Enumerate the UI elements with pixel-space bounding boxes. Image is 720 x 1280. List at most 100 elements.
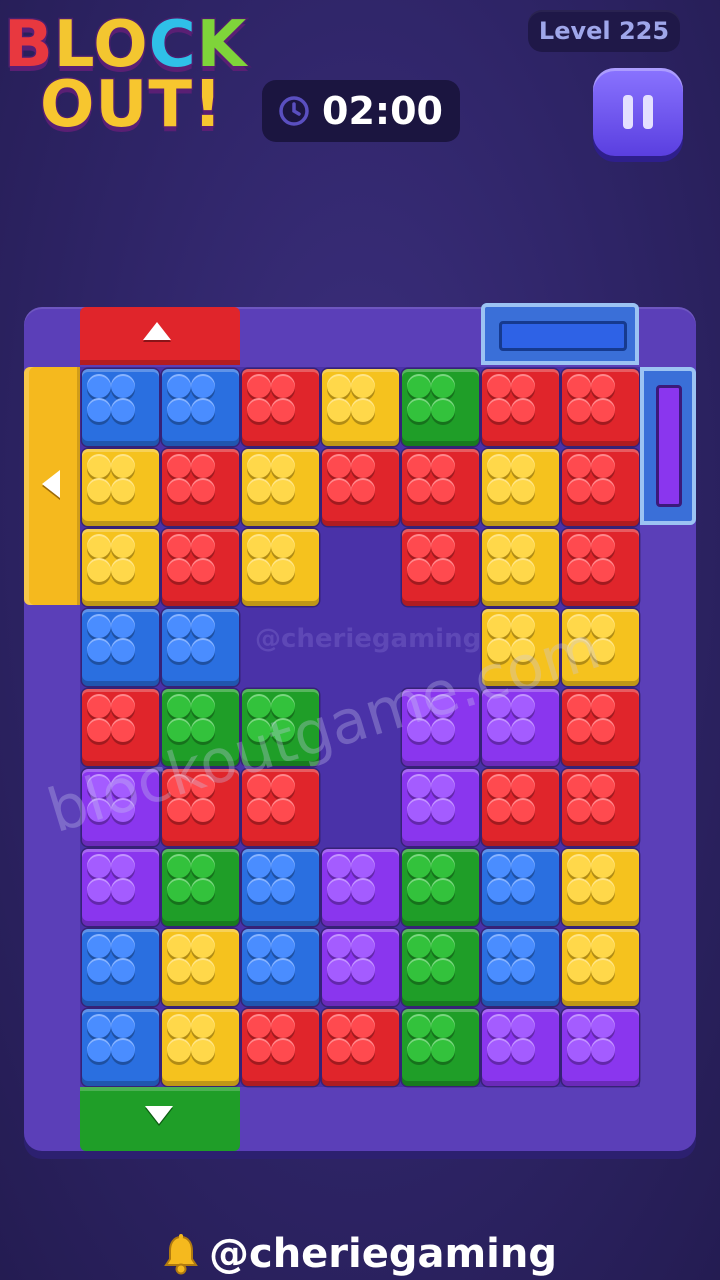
yellow-block[interactable] <box>161 928 239 1006</box>
red-block[interactable] <box>321 1008 399 1086</box>
blue-block[interactable] <box>81 608 159 686</box>
block-stud <box>270 1037 295 1062</box>
blue-block[interactable] <box>81 928 159 1006</box>
block-stud <box>510 1037 535 1062</box>
block-stud <box>326 453 351 478</box>
purple-block[interactable] <box>321 848 399 926</box>
green-block[interactable] <box>401 928 479 1006</box>
block-stud <box>190 853 215 878</box>
red-block[interactable] <box>481 768 559 846</box>
red-block[interactable] <box>321 448 399 526</box>
block-stud <box>86 1037 111 1062</box>
blue-block[interactable] <box>81 1008 159 1086</box>
purple-block[interactable] <box>481 1008 559 1086</box>
block-stud <box>406 453 431 478</box>
block-stud <box>590 877 615 902</box>
block-stud <box>406 797 431 822</box>
yellow-block[interactable] <box>561 848 639 926</box>
game-logo: BLOCK OUT! <box>0 0 270 150</box>
red-block[interactable] <box>241 1008 319 1086</box>
yellow-block[interactable] <box>481 528 559 606</box>
purple-block[interactable] <box>81 848 159 926</box>
block-stud <box>246 453 271 478</box>
block-stud <box>246 477 271 502</box>
green-block[interactable] <box>401 1008 479 1086</box>
block-stud <box>166 933 191 958</box>
block-stud <box>326 477 351 502</box>
red-block[interactable] <box>561 768 639 846</box>
green-block[interactable] <box>401 848 479 926</box>
block-stud <box>190 557 215 582</box>
block-stud <box>110 637 135 662</box>
block-stud <box>406 477 431 502</box>
green-block[interactable] <box>161 848 239 926</box>
block-stud <box>86 957 111 982</box>
block-stud <box>86 933 111 958</box>
block-stud <box>270 853 295 878</box>
block-stud <box>486 717 511 742</box>
block-stud <box>486 477 511 502</box>
purple-block[interactable] <box>561 1008 639 1086</box>
purple-block[interactable] <box>401 768 479 846</box>
yellow-block[interactable] <box>321 368 399 446</box>
red-block[interactable] <box>161 528 239 606</box>
block-stud <box>510 877 535 902</box>
blue-block[interactable] <box>481 928 559 1006</box>
block-stud <box>270 373 295 398</box>
yellow-block[interactable] <box>81 448 159 526</box>
block-stud <box>86 453 111 478</box>
yellow-block[interactable] <box>561 928 639 1006</box>
block-stud <box>326 397 351 422</box>
block-stud <box>190 693 215 718</box>
yellow-block[interactable] <box>241 448 319 526</box>
block-stud <box>86 373 111 398</box>
yellow-block[interactable] <box>241 528 319 606</box>
block-stud <box>110 717 135 742</box>
block-stud <box>486 557 511 582</box>
red-block[interactable] <box>161 448 239 526</box>
blue-block[interactable] <box>161 608 239 686</box>
block-stud <box>590 693 615 718</box>
block-stud <box>246 373 271 398</box>
block-stud <box>246 957 271 982</box>
block-stud <box>246 557 271 582</box>
block-stud <box>350 957 375 982</box>
block-stud <box>270 957 295 982</box>
red-block[interactable] <box>481 368 559 446</box>
red-block[interactable] <box>401 448 479 526</box>
block-stud <box>406 877 431 902</box>
pause-button[interactable] <box>593 68 683 156</box>
blue-block[interactable] <box>481 848 559 926</box>
block-stud <box>566 773 591 798</box>
block-stud <box>406 373 431 398</box>
block-stud <box>566 373 591 398</box>
red-block[interactable] <box>561 528 639 606</box>
purple-block[interactable] <box>321 928 399 1006</box>
block-stud <box>510 453 535 478</box>
block-stud <box>566 853 591 878</box>
red-block[interactable] <box>241 368 319 446</box>
block-stud <box>190 957 215 982</box>
block-stud <box>110 957 135 982</box>
yellow-block[interactable] <box>161 1008 239 1086</box>
block-stud <box>486 773 511 798</box>
block-stud <box>590 853 615 878</box>
block-stud <box>590 957 615 982</box>
level-indicator: Level 225 <box>528 10 680 52</box>
block-stud <box>486 957 511 982</box>
green-block[interactable] <box>401 368 479 446</box>
block-stud <box>326 1037 351 1062</box>
red-block[interactable] <box>561 368 639 446</box>
red-block[interactable] <box>401 528 479 606</box>
yellow-block[interactable] <box>481 448 559 526</box>
block-stud <box>110 453 135 478</box>
blue-block[interactable] <box>81 368 159 446</box>
red-block[interactable] <box>561 688 639 766</box>
block-stud <box>566 1037 591 1062</box>
yellow-block[interactable] <box>81 528 159 606</box>
red-block[interactable] <box>561 448 639 526</box>
blue-block[interactable] <box>161 368 239 446</box>
blue-block[interactable] <box>241 848 319 926</box>
block-stud <box>326 373 351 398</box>
blue-block[interactable] <box>241 928 319 1006</box>
